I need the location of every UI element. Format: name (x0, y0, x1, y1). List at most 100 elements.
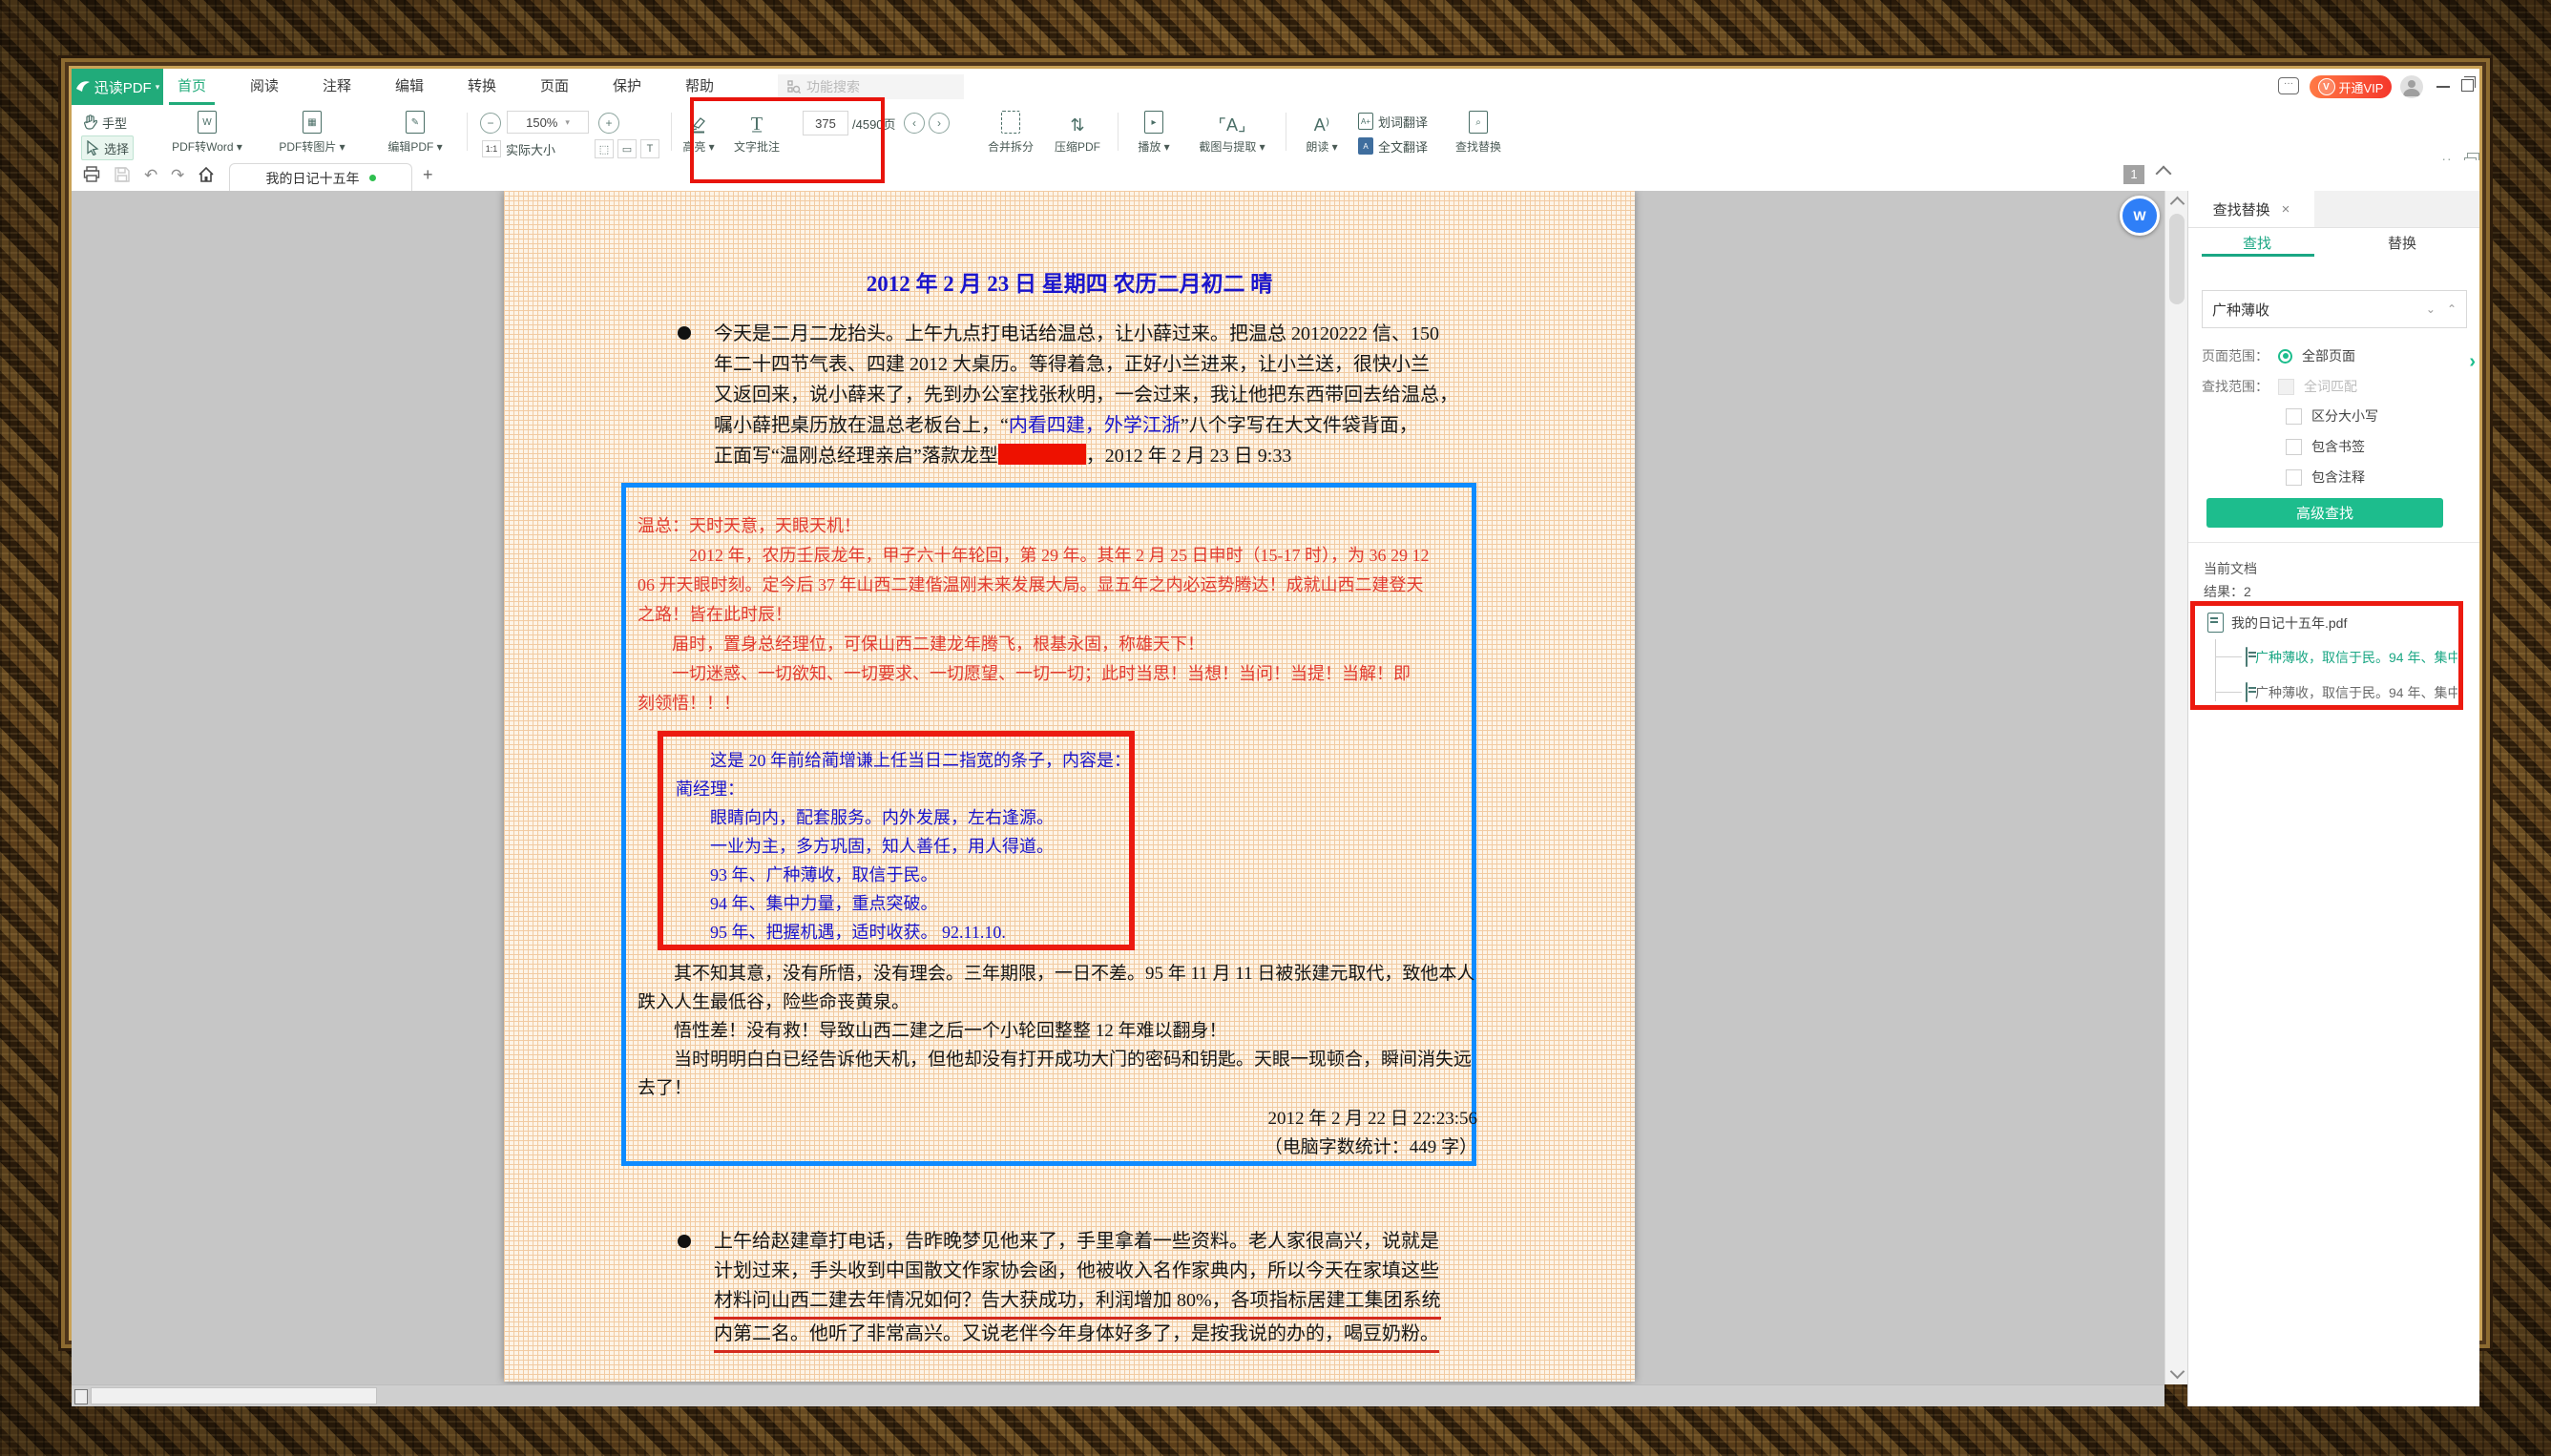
note-line: 蔺经理： (676, 775, 1124, 803)
compress-pdf-button[interactable]: ⇅ 压缩PDF (1047, 109, 1108, 156)
letter-line: 之路！皆在此时辰！ (638, 600, 1487, 630)
radio-all-pages-icon[interactable] (2278, 349, 2292, 364)
vertical-scrollbar[interactable] (2164, 191, 2187, 1384)
note-line: 眼睛向内，配套服务。内外发展，左右逢源。 (676, 803, 1124, 832)
zoom-level-select[interactable]: 150%▾ (507, 111, 589, 134)
horizontal-scrollbar[interactable] (72, 1384, 2164, 1406)
after-line: 去了！ (638, 1074, 1482, 1103)
cursor-icon (86, 140, 99, 156)
letter-red-text: 温总：天时天意，天眼天机！ 2012 年，农历壬辰龙年，甲子六十年轮回，第 29… (638, 511, 1487, 718)
result-doc-row[interactable]: 我的日记十五年.pdf (2207, 613, 2456, 633)
pdf-to-image-button[interactable]: ▦ PDF转图片 ▾ (268, 109, 356, 156)
checkbox-include-bookmarks[interactable] (2286, 439, 2302, 455)
fit-text-button[interactable]: T (640, 139, 659, 158)
full-translate-button[interactable]: A 全文翻译 (1358, 135, 1428, 156)
hand-tool-button[interactable]: 手型 (83, 111, 127, 134)
select-tool-button[interactable]: 选择 (81, 135, 134, 160)
fit-width-button[interactable]: ▭ (617, 139, 637, 158)
read-aloud-button[interactable]: A⁾ 朗读 ▾ (1295, 109, 1349, 156)
menu-tab-convert[interactable]: 转换 (453, 69, 511, 105)
merge-split-button[interactable]: 合并拆分 (980, 109, 1041, 156)
red-underlined-text: 内第二名。他听了非常高兴。又说老伴今年身体好多了，是按我说的办的，喝豆奶粉。 (714, 1320, 1439, 1353)
vertical-scrollbar-thumb[interactable] (2169, 214, 2185, 304)
menu-tab-edit[interactable]: 编辑 (381, 69, 438, 105)
unsaved-dot-icon (369, 175, 376, 181)
word-translate-button[interactable]: A+ 划词翻译 (1358, 111, 1428, 132)
collapse-toolbar-icon[interactable] (2156, 166, 2172, 182)
save-button[interactable] (114, 166, 131, 183)
highlight-tool-button[interactable]: 高亮 ▾ (675, 109, 722, 156)
app-brand-button[interactable]: 迅读PDF ▾ (72, 69, 163, 105)
diary-paragraph-2: 上午给赵建章打电话，告昨晚梦见他来了，手里拿着一些资料。老人家很高兴，说就是 计… (714, 1227, 1482, 1353)
one-to-one-icon: 1:1 (482, 140, 501, 157)
find-prev-icon[interactable]: ⌃ (2447, 302, 2457, 316)
menu-tab-protect[interactable]: 保护 (598, 69, 656, 105)
zoom-in-button[interactable]: + (598, 113, 619, 134)
avatar[interactable] (2400, 75, 2423, 98)
menu-tab-home[interactable]: 首页 (163, 69, 220, 105)
undo-button[interactable]: ↶ (144, 166, 157, 185)
scroll-up-icon[interactable] (2170, 197, 2185, 212)
tab-find[interactable]: 查找 (2219, 233, 2295, 253)
hand-icon (83, 114, 97, 130)
document-tab[interactable]: 我的日记十五年 (229, 163, 412, 192)
fit-page-button[interactable]: ⬚ (595, 139, 614, 158)
vip-button[interactable]: V 开通VIP (2310, 75, 2392, 98)
menu-tab-help[interactable]: 帮助 (671, 69, 728, 105)
search-icon (787, 80, 801, 94)
para2-line: 计划过来，手头收到中国散文作家协会函，他被收入名作家典内，所以今天在家填这些 (714, 1257, 1482, 1286)
checkbox-match-case[interactable] (2286, 408, 2302, 425)
page-range-value: 全部页面 (2302, 346, 2355, 365)
page-number-input[interactable]: 375 (803, 111, 848, 135)
note-line: 95 年、把握机遇，适时收获。 92.11.10. (676, 918, 1124, 946)
feedback-icon[interactable]: ··· (2278, 77, 2299, 94)
next-page-button[interactable]: › (929, 113, 950, 134)
actual-size-button[interactable]: 1:1 实际大小 (482, 137, 555, 160)
zoom-out-button[interactable]: − (480, 113, 501, 134)
play-button[interactable]: ▸ 播放 ▾ (1127, 109, 1181, 156)
function-search-input[interactable]: 功能搜索 (778, 74, 964, 99)
scroll-down-icon[interactable] (2170, 1364, 2185, 1380)
minimize-button[interactable] (2436, 86, 2450, 88)
menu-tab-read[interactable]: 阅读 (236, 69, 293, 105)
sign-time: 2012 年 2 月 22 日 22:23:56 (638, 1105, 1477, 1134)
pdf-to-word-button[interactable]: W PDF转Word ▾ (163, 109, 251, 156)
horizontal-scrollbar-thumb[interactable] (91, 1387, 377, 1404)
tab-replace[interactable]: 替换 (2364, 233, 2440, 253)
para1-line: 嘱小薛把桌历放在温总老板台上，“内看四建，外学江浙”八个字写在大文件袋背面， (714, 410, 1482, 441)
search-input[interactable]: 广种薄收 ⌄ ⌃ (2202, 290, 2467, 328)
new-tab-button[interactable]: + (423, 165, 433, 185)
chevron-right-icon[interactable]: › (2469, 351, 2476, 373)
redo-button[interactable]: ↷ (171, 166, 184, 185)
pdf-to-word-floating-button[interactable]: W (2120, 196, 2160, 236)
advanced-find-button[interactable]: 高级查找 (2206, 498, 2443, 528)
page-corner-icon[interactable] (74, 1389, 88, 1404)
capture-extract-button[interactable]: ⌜A⌟ 截图与提取 ▾ (1186, 109, 1278, 156)
bullet-icon (678, 326, 691, 340)
checkbox-whole-word[interactable] (2278, 379, 2294, 395)
panel-title-tab[interactable]: 查找替换 × (2188, 191, 2314, 227)
home-button[interactable] (198, 166, 215, 183)
framed-screenshot: 迅读PDF ▾ 首页 阅读 注释 编辑 转换 页面 保护 帮助 功能搜索 ···… (0, 0, 2551, 1456)
scope-option-label: 包含书签 (2311, 437, 2365, 456)
print-button[interactable] (83, 166, 100, 183)
edit-pdf-button[interactable]: ✎ 编辑PDF ▾ (371, 109, 459, 156)
text-annotation-button[interactable]: T̲ 文字批注 (726, 109, 787, 156)
restore-window-button[interactable] (2461, 79, 2474, 92)
home-icon (198, 166, 215, 183)
prev-page-button[interactable]: ‹ (904, 113, 925, 134)
menu-tab-annotate[interactable]: 注释 (308, 69, 366, 105)
active-tab-underline (2202, 254, 2314, 257)
diary-date-title: 2012 年 2 月 23 日 星期四 农历二月初二 晴 (504, 265, 1635, 298)
image-doc-icon: ▦ (303, 111, 322, 134)
scope-option-label: 全词匹配 (2304, 377, 2357, 396)
find-replace-button[interactable]: ⌕ 查找替换 (1448, 109, 1509, 156)
find-next-icon[interactable]: ⌄ (2426, 302, 2436, 316)
search-result-item[interactable]: 广种薄收，取信于民。94 年、集中力 (2246, 682, 2457, 702)
checkbox-include-comments[interactable] (2286, 469, 2302, 486)
compress-icon: ⇅ (1070, 116, 1084, 134)
after-line: 当时明明白白已经告诉他天机，但他却没有打开成功大门的密码和钥匙。天眼一现顿合，瞬… (638, 1046, 1482, 1074)
close-icon[interactable]: × (2282, 201, 2290, 218)
menu-tab-page[interactable]: 页面 (526, 69, 583, 105)
search-result-item[interactable]: 广种薄收，取信于民。94 年、集中力 (2246, 647, 2457, 667)
